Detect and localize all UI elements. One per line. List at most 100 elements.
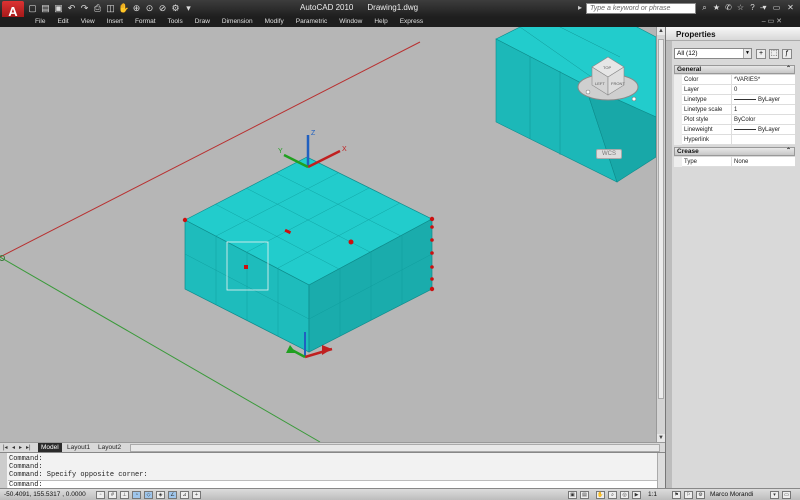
status-bar: -50.4091, 155.5317 , 0.0000 ▫ # ⊥ ◔ ◇ ◈ … [0,488,800,500]
qat-dropdown-icon[interactable]: ▾ [183,2,194,14]
horizontal-scrollbar[interactable] [130,444,660,452]
property-row-lineweight[interactable]: Lineweight ByLayer [682,125,795,135]
property-row-linetype-scale[interactable]: Linetype scale 1 [682,105,795,115]
menu-view[interactable]: View [75,17,101,27]
box-solid-selected[interactable] [184,156,433,353]
property-row-color[interactable]: Color *VARIES* [682,75,795,85]
drawing-window-controls[interactable]: – ▭ ✕ [762,17,782,27]
tab-prev-icon[interactable]: ◂ [12,444,15,451]
box-solid-back[interactable] [495,27,656,183]
menu-tools[interactable]: Tools [162,17,189,27]
zoom-previous-icon[interactable]: ⊘ [157,2,168,14]
pan-status-icon[interactable]: ✋ [596,491,605,499]
property-row-linetype[interactable]: Linetype ByLayer [682,95,795,105]
user-name[interactable]: Marco Morandi [710,491,753,498]
new-file-icon[interactable]: ▢ [27,2,38,14]
collapse-icon[interactable]: ⌃ [786,66,791,73]
minimize-icon[interactable]: – [757,2,768,13]
workspace-switch-icon[interactable]: ⚙ [696,491,705,499]
steering-wheel-icon[interactable]: ◎ [620,491,629,499]
3d-object-snap-icon[interactable]: ◈ [156,491,165,499]
chevron-down-icon[interactable]: ▼ [743,49,751,58]
search-icon[interactable]: ⌕ [700,3,709,13]
section-general[interactable]: General ⌃ [674,65,795,74]
ortho-mode-icon[interactable]: ⊥ [120,491,129,499]
help-icon[interactable]: ? [748,3,757,13]
undo-icon[interactable]: ↶ [66,2,77,14]
showmotion-icon[interactable]: ▶ [632,491,641,499]
dynamic-input-icon[interactable]: + [192,491,201,499]
zoom-window-icon[interactable]: ⊙ [144,2,155,14]
pan-icon[interactable]: ✋ [118,2,129,14]
menu-modify[interactable]: Modify [259,17,290,27]
menu-express[interactable]: Express [394,17,429,27]
object-snap-tracking-icon[interactable]: ∠ [168,491,177,499]
redo-icon[interactable]: ↷ [79,2,90,14]
grid-display-icon[interactable]: # [108,491,117,499]
scroll-up-icon[interactable]: ▲ [657,27,665,35]
toggle-pickadd-icon[interactable]: + [756,49,766,59]
property-row-crease-type[interactable]: Type None [682,157,795,167]
communication-center-icon[interactable]: ✆ [724,3,733,13]
property-row-hyperlink[interactable]: Hyperlink [682,135,795,145]
infocenter-search-input[interactable]: Type a keyword or phrase [586,3,696,14]
property-row-layer[interactable]: Layer 0 [682,85,795,95]
plot-icon[interactable]: ⎙ [92,2,103,14]
palette-side-strip[interactable] [666,41,672,488]
command-scrollbar[interactable] [657,453,665,489]
tab-first-icon[interactable]: |◂ [3,444,8,451]
palette-title-bar[interactable]: Properties [666,27,800,41]
tab-layout2[interactable]: Layout2 [95,443,124,452]
zoom-realtime-icon[interactable]: ⊕ [131,2,142,14]
model-space-icon[interactable]: ▣ [568,491,577,499]
tab-model[interactable]: Model [38,443,62,452]
model-space-canvas[interactable]: Z X Y TOP LEFT FRONT [0,27,656,442]
close-icon[interactable]: ✕ [785,2,796,13]
workspace-icon[interactable]: ⚙ [170,2,181,14]
search-expand-icon[interactable]: ▸ [578,3,582,12]
publish-icon[interactable]: ◫ [105,2,116,14]
dynamic-ucs-icon[interactable]: ⊿ [180,491,189,499]
menu-draw[interactable]: Draw [189,17,216,27]
menu-file[interactable]: File [29,17,51,27]
menu-window[interactable]: Window [333,17,368,27]
maximize-icon[interactable]: ▭ [771,2,782,13]
collapse-icon[interactable]: ⌃ [786,148,791,155]
property-row-plot-style[interactable]: Plot style ByColor [682,115,795,125]
menu-format[interactable]: Format [129,17,162,27]
section-crease[interactable]: Crease ⌃ [674,147,795,156]
tab-last-icon[interactable]: ▸| [26,444,31,451]
polar-tracking-icon[interactable]: ◔ [132,491,141,499]
scroll-down-icon[interactable]: ▼ [657,434,665,442]
lock-ui-icon[interactable]: ▾ [770,491,779,499]
object-snap-icon[interactable]: ◇ [144,491,153,499]
menu-insert[interactable]: Insert [101,17,129,27]
annotation-scale[interactable]: 1:1 [648,491,657,498]
menu-dimension[interactable]: Dimension [216,17,259,27]
subscription-icon[interactable]: ★ [712,3,721,13]
clean-screen-icon[interactable]: ▭ [782,491,791,499]
tab-next-icon[interactable]: ▸ [19,444,22,451]
drawing-viewport[interactable]: Z X Y TOP LEFT FRONT WCS [0,27,656,442]
zoom-status-icon[interactable]: ⌕ [608,491,617,499]
select-objects-icon[interactable]: ⬚ [769,49,779,59]
command-input[interactable]: Command: [8,480,657,489]
layout-icon[interactable]: ▤ [580,491,589,499]
wcs-menu[interactable]: WCS [596,149,622,159]
menu-parametric[interactable]: Parametric [290,17,333,27]
menu-help[interactable]: Help [368,17,393,27]
vertical-scrollbar[interactable]: ▲ ▼ [656,27,665,442]
menu-edit[interactable]: Edit [51,17,74,27]
snap-mode-icon[interactable]: ▫ [96,491,105,499]
save-icon[interactable]: ▣ [53,2,64,14]
auto-scale-icon[interactable]: ⚐ [684,491,693,499]
coordinate-readout[interactable]: -50.4091, 155.5317 , 0.0000 [4,491,86,498]
command-window-grip[interactable] [0,453,7,489]
favorites-icon[interactable]: ☆ [736,3,745,13]
tab-layout1[interactable]: Layout1 [64,443,93,452]
open-folder-icon[interactable]: ▤ [40,2,51,14]
scroll-thumb[interactable] [658,39,664,399]
selection-dropdown[interactable]: All (12) ▼ [674,48,752,59]
annotation-visibility-icon[interactable]: ⚑ [672,491,681,499]
quick-select-icon[interactable]: ƒ [782,49,792,59]
